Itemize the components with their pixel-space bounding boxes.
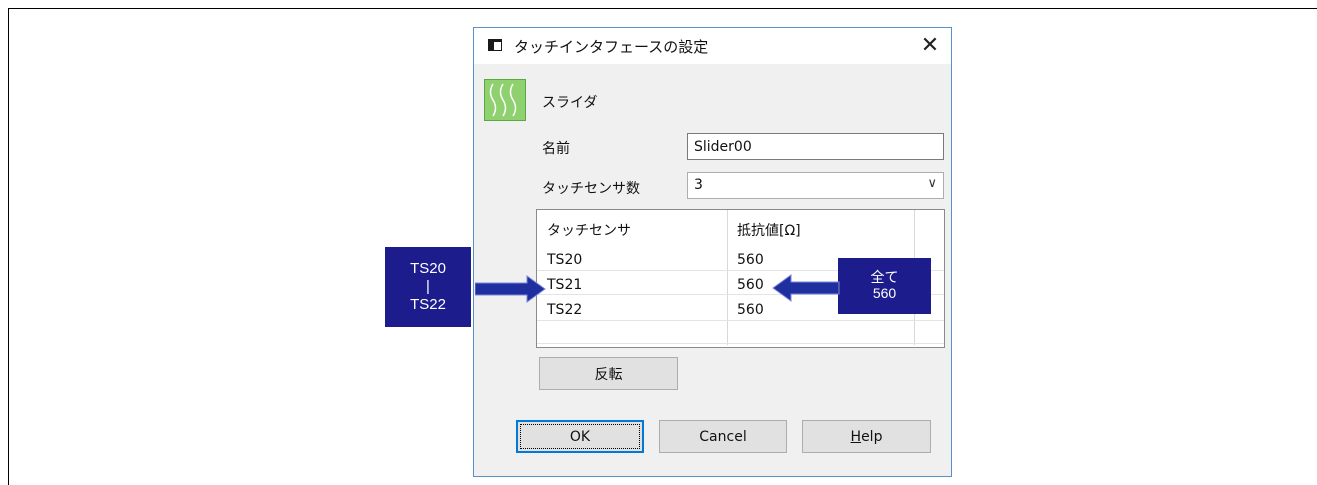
table-row-sensor[interactable]: TS21 [547,277,582,293]
row-divider [537,343,944,344]
dialog-title: タッチインタフェースの設定 [514,38,709,56]
cancel-button[interactable]: Cancel [659,420,787,453]
help-button[interactable]: Help [802,420,931,453]
name-label: 名前 [542,141,570,157]
arrow-left-icon [772,274,840,302]
callout-line: | [426,278,430,295]
help-button-label: elp [861,428,883,445]
table-row-resistance[interactable]: 560 [737,277,764,293]
chevron-down-icon: ∨ [927,176,937,191]
table-row-sensor[interactable]: TS20 [547,252,582,268]
reverse-button[interactable]: 反転 [539,357,678,390]
column-header-resistance[interactable]: 抵抗値[Ω] [737,220,801,240]
slider-wave-icon [484,79,526,121]
ok-button[interactable]: OK [516,420,644,453]
help-mnemonic: H [850,428,862,445]
title-bar[interactable]: タッチインタフェースの設定 ✕ [474,28,951,64]
window-icon [488,39,502,51]
column-divider [727,210,728,345]
row-divider [537,320,944,321]
touch-interface-settings-dialog: タッチインタフェースの設定 ✕ スライダ 名前 タッチセンサ数 3 ∨ タッチセ… [473,27,952,477]
column-header-sensor[interactable]: タッチセンサ [547,220,631,240]
sensor-range-callout: TS20 | TS22 [385,247,471,327]
name-input[interactable] [687,133,944,160]
sensor-count-value: 3 [694,177,703,193]
callout-line: 560 [872,285,897,301]
callout-line: TS20 [410,260,446,277]
callout-line: TS22 [410,296,446,313]
close-icon[interactable]: ✕ [912,30,948,62]
interface-type-label: スライダ [542,95,598,111]
callout-line: 全て [870,269,899,285]
sensor-count-select[interactable]: 3 ∨ [687,172,944,199]
focus-rectangle [520,424,640,449]
sensor-count-label: タッチセンサ数 [542,181,640,197]
arrow-right-icon [475,275,546,303]
all-values-callout: 全て 560 [838,258,931,314]
table-row-resistance[interactable]: 560 [737,252,764,268]
table-row-sensor[interactable]: TS22 [547,302,582,318]
table-row-resistance[interactable]: 560 [737,302,764,318]
